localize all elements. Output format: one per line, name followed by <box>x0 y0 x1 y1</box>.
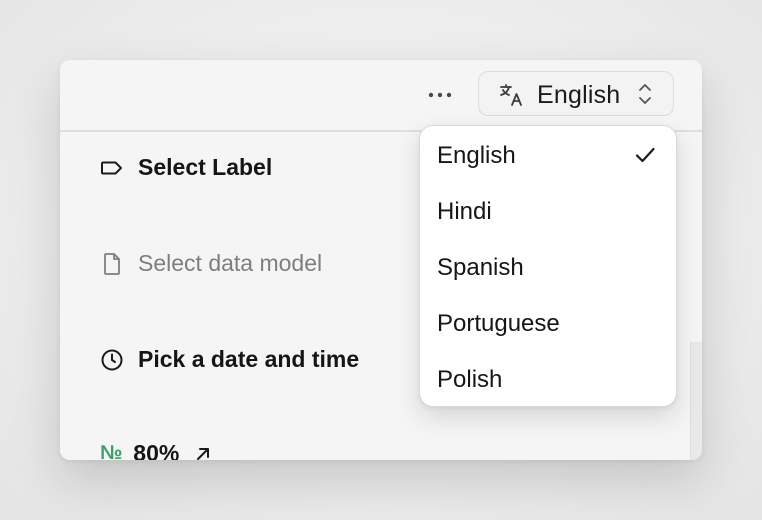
language-option-english[interactable]: English <box>420 128 675 184</box>
language-option-label: Polish <box>437 366 503 393</box>
language-dropdown: English Hindi Spanish Portuguese Polish <box>419 125 677 407</box>
file-icon <box>100 252 124 276</box>
check-icon <box>635 147 655 163</box>
ellipsis-icon <box>428 92 452 98</box>
language-select-value: English <box>537 81 621 109</box>
arrow-up-right-icon[interactable] <box>191 442 215 461</box>
language-option-label: Spanish <box>437 254 524 281</box>
language-option-label: Portuguese <box>437 310 560 337</box>
language-option-hindi[interactable]: Hindi <box>420 184 675 240</box>
translate-icon <box>500 84 522 106</box>
number-sign-icon: № <box>100 442 122 460</box>
select-label-text: Select Label <box>138 154 273 180</box>
language-select[interactable]: English <box>478 71 674 116</box>
select-label-field[interactable]: Select Label <box>100 154 272 181</box>
tag-icon <box>100 156 124 180</box>
date-time-text: Pick a date and time <box>138 346 360 372</box>
data-model-field[interactable]: Select data model <box>100 250 322 277</box>
language-option-label: Hindi <box>437 198 492 225</box>
data-model-placeholder: Select data model <box>138 250 323 276</box>
date-time-field[interactable]: Pick a date and time <box>100 346 359 373</box>
percent-value: 80% <box>133 440 180 460</box>
language-option-polish[interactable]: Polish <box>420 352 675 408</box>
percent-field[interactable]: № 80% <box>100 440 215 460</box>
language-option-portuguese[interactable]: Portuguese <box>420 296 675 352</box>
scrollbar-track[interactable] <box>690 342 702 460</box>
language-option-spanish[interactable]: Spanish <box>420 240 675 296</box>
more-options-button[interactable] <box>426 83 454 107</box>
chevron-up-down-icon <box>639 84 651 104</box>
language-option-label: English <box>437 142 516 169</box>
panel-header: English <box>60 60 702 132</box>
clock-icon <box>100 348 124 372</box>
